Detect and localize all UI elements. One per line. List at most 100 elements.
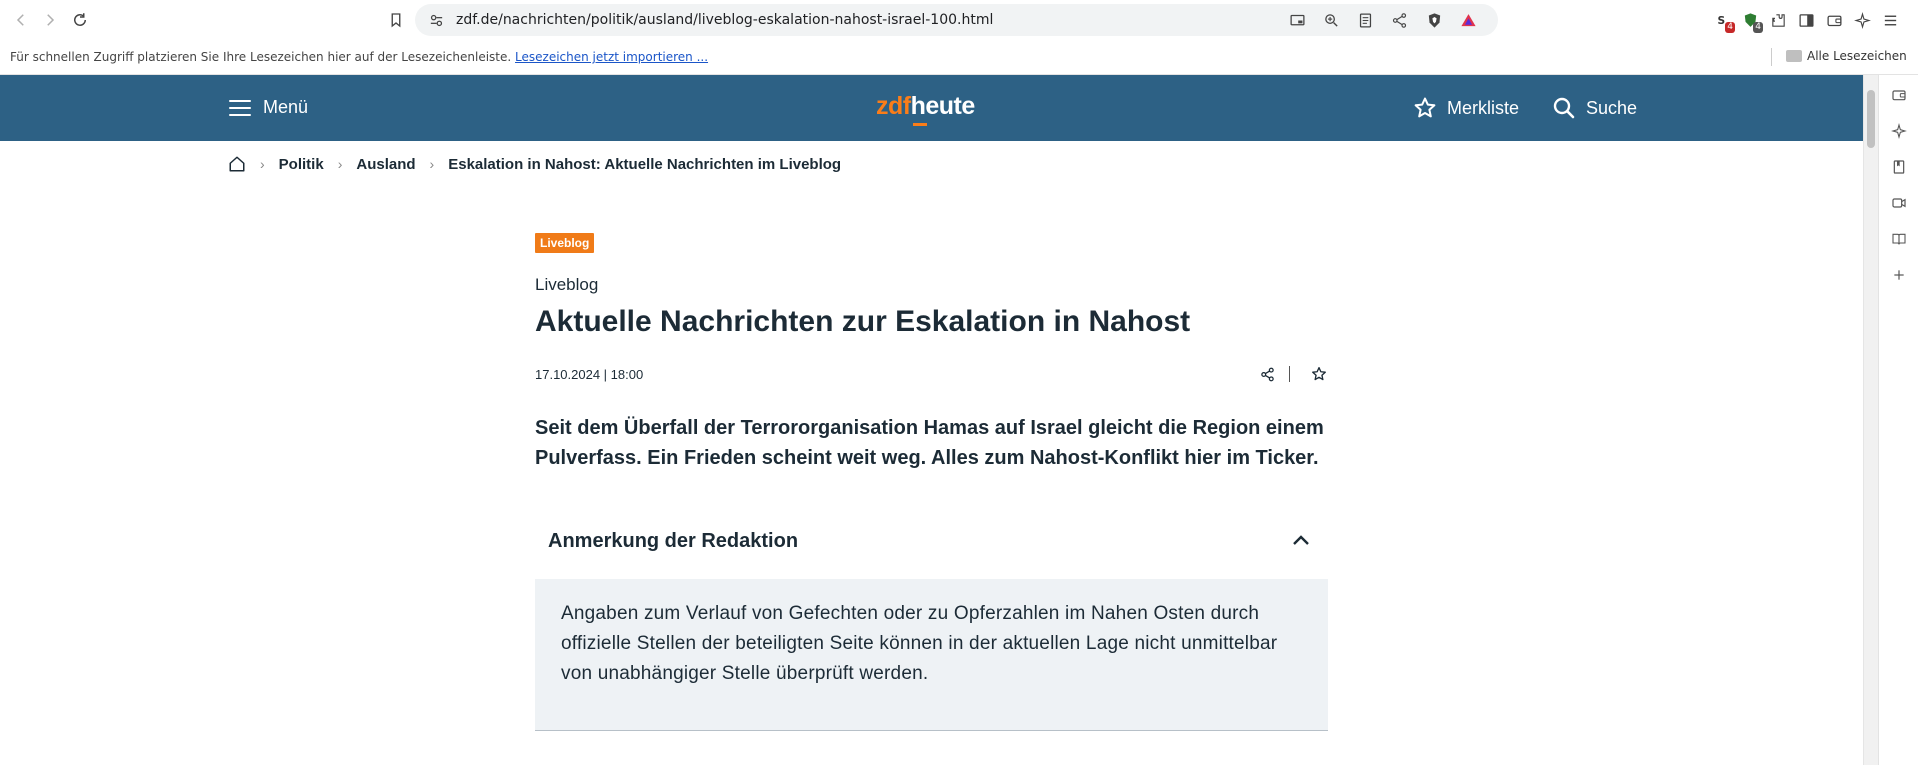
back-button[interactable] bbox=[9, 8, 33, 32]
forward-button[interactable] bbox=[38, 8, 62, 32]
extensions-icon bbox=[1771, 13, 1785, 27]
article-lead: Seit dem Überfall der Terrororganisation… bbox=[535, 417, 1324, 469]
star-icon bbox=[1414, 97, 1436, 118]
plus-icon bbox=[1894, 270, 1904, 280]
brave-shield-button[interactable] bbox=[1425, 11, 1443, 29]
breadcrumb: › Politik › Ausland › Eskalation in Naho… bbox=[228, 155, 841, 173]
editor-note-title: Anmerkung der Redaktion bbox=[548, 530, 799, 552]
article-headline: Aktuelle Nachrichten zur Eskalation in N… bbox=[535, 305, 1191, 338]
all-bookmarks-label: Alle Lesezeichen bbox=[1807, 49, 1907, 63]
watchlist-button[interactable]: Merkliste bbox=[1413, 96, 1519, 120]
sidebar-toggle-button[interactable] bbox=[1796, 10, 1816, 30]
bookmark-icon bbox=[1893, 160, 1905, 174]
side-reading-list-button[interactable] bbox=[1889, 229, 1909, 249]
zdfheute-logo[interactable]: zdfheute bbox=[876, 92, 976, 126]
reader-icon bbox=[1359, 12, 1371, 28]
share-icon bbox=[1392, 12, 1406, 28]
bookmark-icon bbox=[391, 13, 401, 28]
svg-text:S: S bbox=[1717, 14, 1725, 27]
url-text[interactable]: zdf.de/nachrichten/politik/ausland/liveb… bbox=[456, 12, 993, 28]
page-viewport: Menü zdfheute Merkliste Suche › Politik … bbox=[0, 75, 1863, 765]
video-call-icon bbox=[1892, 198, 1906, 208]
bookmarks-divider bbox=[1771, 48, 1772, 66]
site-header: Menü zdfheute Merkliste Suche bbox=[0, 75, 1863, 141]
hamburger-icon bbox=[229, 99, 251, 116]
liveblog-tag: Liveblog bbox=[535, 233, 595, 253]
zoom-icon bbox=[1324, 13, 1338, 27]
editor-note-body: Angaben zum Verlauf von Gefechten oder z… bbox=[535, 579, 1328, 731]
import-bookmarks-link[interactable]: Lesezeichen jetzt importieren ... bbox=[515, 50, 708, 64]
back-icon bbox=[16, 14, 24, 26]
bookmarks-hint: Für schnellen Zugriff platzieren Sie Ihr… bbox=[10, 50, 708, 64]
wallet-icon bbox=[1892, 90, 1906, 101]
bookmarks-hint-text: Für schnellen Zugriff platzieren Sie Ihr… bbox=[10, 50, 512, 64]
wallet-icon bbox=[1826, 15, 1842, 26]
share-page-button[interactable] bbox=[1390, 11, 1408, 29]
search-icon bbox=[1553, 97, 1575, 119]
breadcrumb-current: Eskalation in Nahost: Aktuelle Nachricht… bbox=[448, 155, 842, 173]
brave-shield-icon bbox=[1428, 12, 1440, 28]
logo-heute: heute bbox=[910, 92, 976, 120]
site-settings-button[interactable] bbox=[427, 11, 445, 29]
wallet-button[interactable] bbox=[1824, 10, 1844, 30]
address-bar[interactable]: zdf.de/nachrichten/politik/ausland/liveb… bbox=[415, 4, 1498, 36]
side-talk-button[interactable] bbox=[1889, 193, 1909, 213]
reading-list-icon bbox=[1892, 233, 1906, 245]
leo-ai-button[interactable] bbox=[1852, 10, 1872, 30]
home-icon[interactable] bbox=[228, 155, 246, 173]
bookmark-page-button[interactable] bbox=[384, 8, 408, 32]
forward-icon bbox=[47, 14, 55, 26]
browser-toolbar: zdf.de/nachrichten/politik/ausland/liveb… bbox=[0, 0, 1918, 40]
side-leo-button[interactable] bbox=[1889, 121, 1909, 141]
breadcrumb-politik[interactable]: Politik bbox=[279, 156, 324, 173]
star-icon bbox=[1312, 367, 1326, 381]
article-overline: Liveblog bbox=[535, 275, 599, 294]
search-button[interactable]: Suche bbox=[1552, 96, 1637, 120]
app-menu-button[interactable] bbox=[1880, 10, 1900, 30]
rewards-icon bbox=[1460, 13, 1476, 26]
breadcrumb-separator: › bbox=[260, 156, 265, 172]
editor-note-text: Angaben zum Verlauf von Gefechten oder z… bbox=[561, 603, 1278, 684]
menu-button[interactable]: Menü bbox=[229, 97, 308, 118]
leo-icon bbox=[1853, 11, 1871, 29]
share-icon bbox=[1260, 367, 1274, 381]
share-article-button[interactable] bbox=[1258, 365, 1276, 383]
article-date: 17.10.2024 | 18:00 bbox=[535, 367, 644, 382]
browser-side-panel bbox=[1878, 75, 1918, 765]
extension-2-button[interactable]: 4 bbox=[1740, 10, 1763, 33]
all-bookmarks-button[interactable]: Alle Lesezeichen bbox=[1786, 49, 1907, 63]
side-wallet-button[interactable] bbox=[1889, 85, 1909, 105]
watchlist-label: Merkliste bbox=[1447, 97, 1520, 118]
logo-zdf: zdf bbox=[876, 92, 911, 120]
side-add-button[interactable] bbox=[1889, 265, 1909, 285]
leo-icon bbox=[1891, 123, 1907, 139]
zoom-button[interactable] bbox=[1322, 11, 1340, 29]
app-menu-icon bbox=[1884, 15, 1896, 25]
article-actions bbox=[1248, 365, 1328, 385]
chevron-up-icon bbox=[1293, 535, 1309, 545]
logo-underline bbox=[913, 123, 927, 126]
site-settings-icon bbox=[430, 14, 442, 26]
reader-mode-button[interactable] bbox=[1356, 11, 1374, 29]
breadcrumb-ausland[interactable]: Ausland bbox=[356, 156, 415, 173]
extension-1-button[interactable]: S 4 bbox=[1712, 10, 1735, 33]
collapse-button[interactable] bbox=[1290, 531, 1312, 549]
bookmark-article-button[interactable] bbox=[1310, 365, 1328, 383]
editor-note-toggle[interactable]: Anmerkung der Redaktion bbox=[535, 515, 1328, 565]
page-scrollbar[interactable] bbox=[1863, 75, 1878, 765]
extension-2-badge: 4 bbox=[1753, 22, 1763, 33]
folder-icon bbox=[1786, 50, 1802, 62]
reload-button[interactable] bbox=[68, 8, 92, 32]
breadcrumb-separator: › bbox=[429, 156, 435, 172]
side-bookmarks-button[interactable] bbox=[1889, 157, 1909, 177]
cast-icon bbox=[1289, 14, 1305, 25]
breadcrumb-separator: › bbox=[337, 156, 343, 172]
sidebar-icon bbox=[1798, 13, 1814, 27]
scrollbar-thumb[interactable] bbox=[1867, 90, 1875, 148]
cast-button[interactable] bbox=[1288, 11, 1306, 29]
bookmarks-bar: Für schnellen Zugriff platzieren Sie Ihr… bbox=[0, 40, 1918, 75]
menu-label: Menü bbox=[263, 97, 309, 117]
reload-icon bbox=[74, 13, 86, 26]
rewards-button[interactable] bbox=[1459, 11, 1477, 29]
extensions-button[interactable] bbox=[1768, 10, 1788, 30]
